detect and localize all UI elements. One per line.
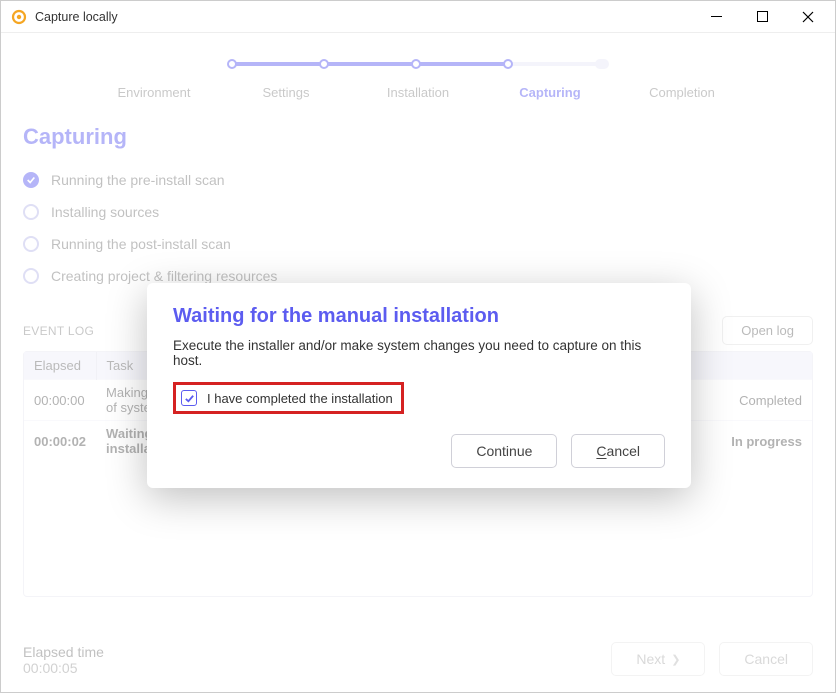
titlebar: Capture locally [1, 1, 835, 33]
modal-title: Waiting for the manual installation [173, 305, 665, 328]
highlighted-checkbox-area: I have completed the installation [173, 382, 404, 414]
modal-subtitle: Execute the installer and/or make system… [173, 338, 665, 368]
window-title: Capture locally [35, 10, 693, 24]
continue-button[interactable]: Continue [451, 434, 557, 468]
modal-dialog: Waiting for the manual installation Exec… [147, 283, 691, 488]
modal-cancel-button[interactable]: Cancel [571, 434, 665, 468]
checkbox-label[interactable]: I have completed the installation [207, 391, 393, 406]
installation-complete-checkbox[interactable] [181, 390, 197, 406]
close-button[interactable] [785, 1, 831, 33]
app-icon [11, 9, 27, 25]
minimize-button[interactable] [693, 1, 739, 33]
maximize-button[interactable] [739, 1, 785, 33]
